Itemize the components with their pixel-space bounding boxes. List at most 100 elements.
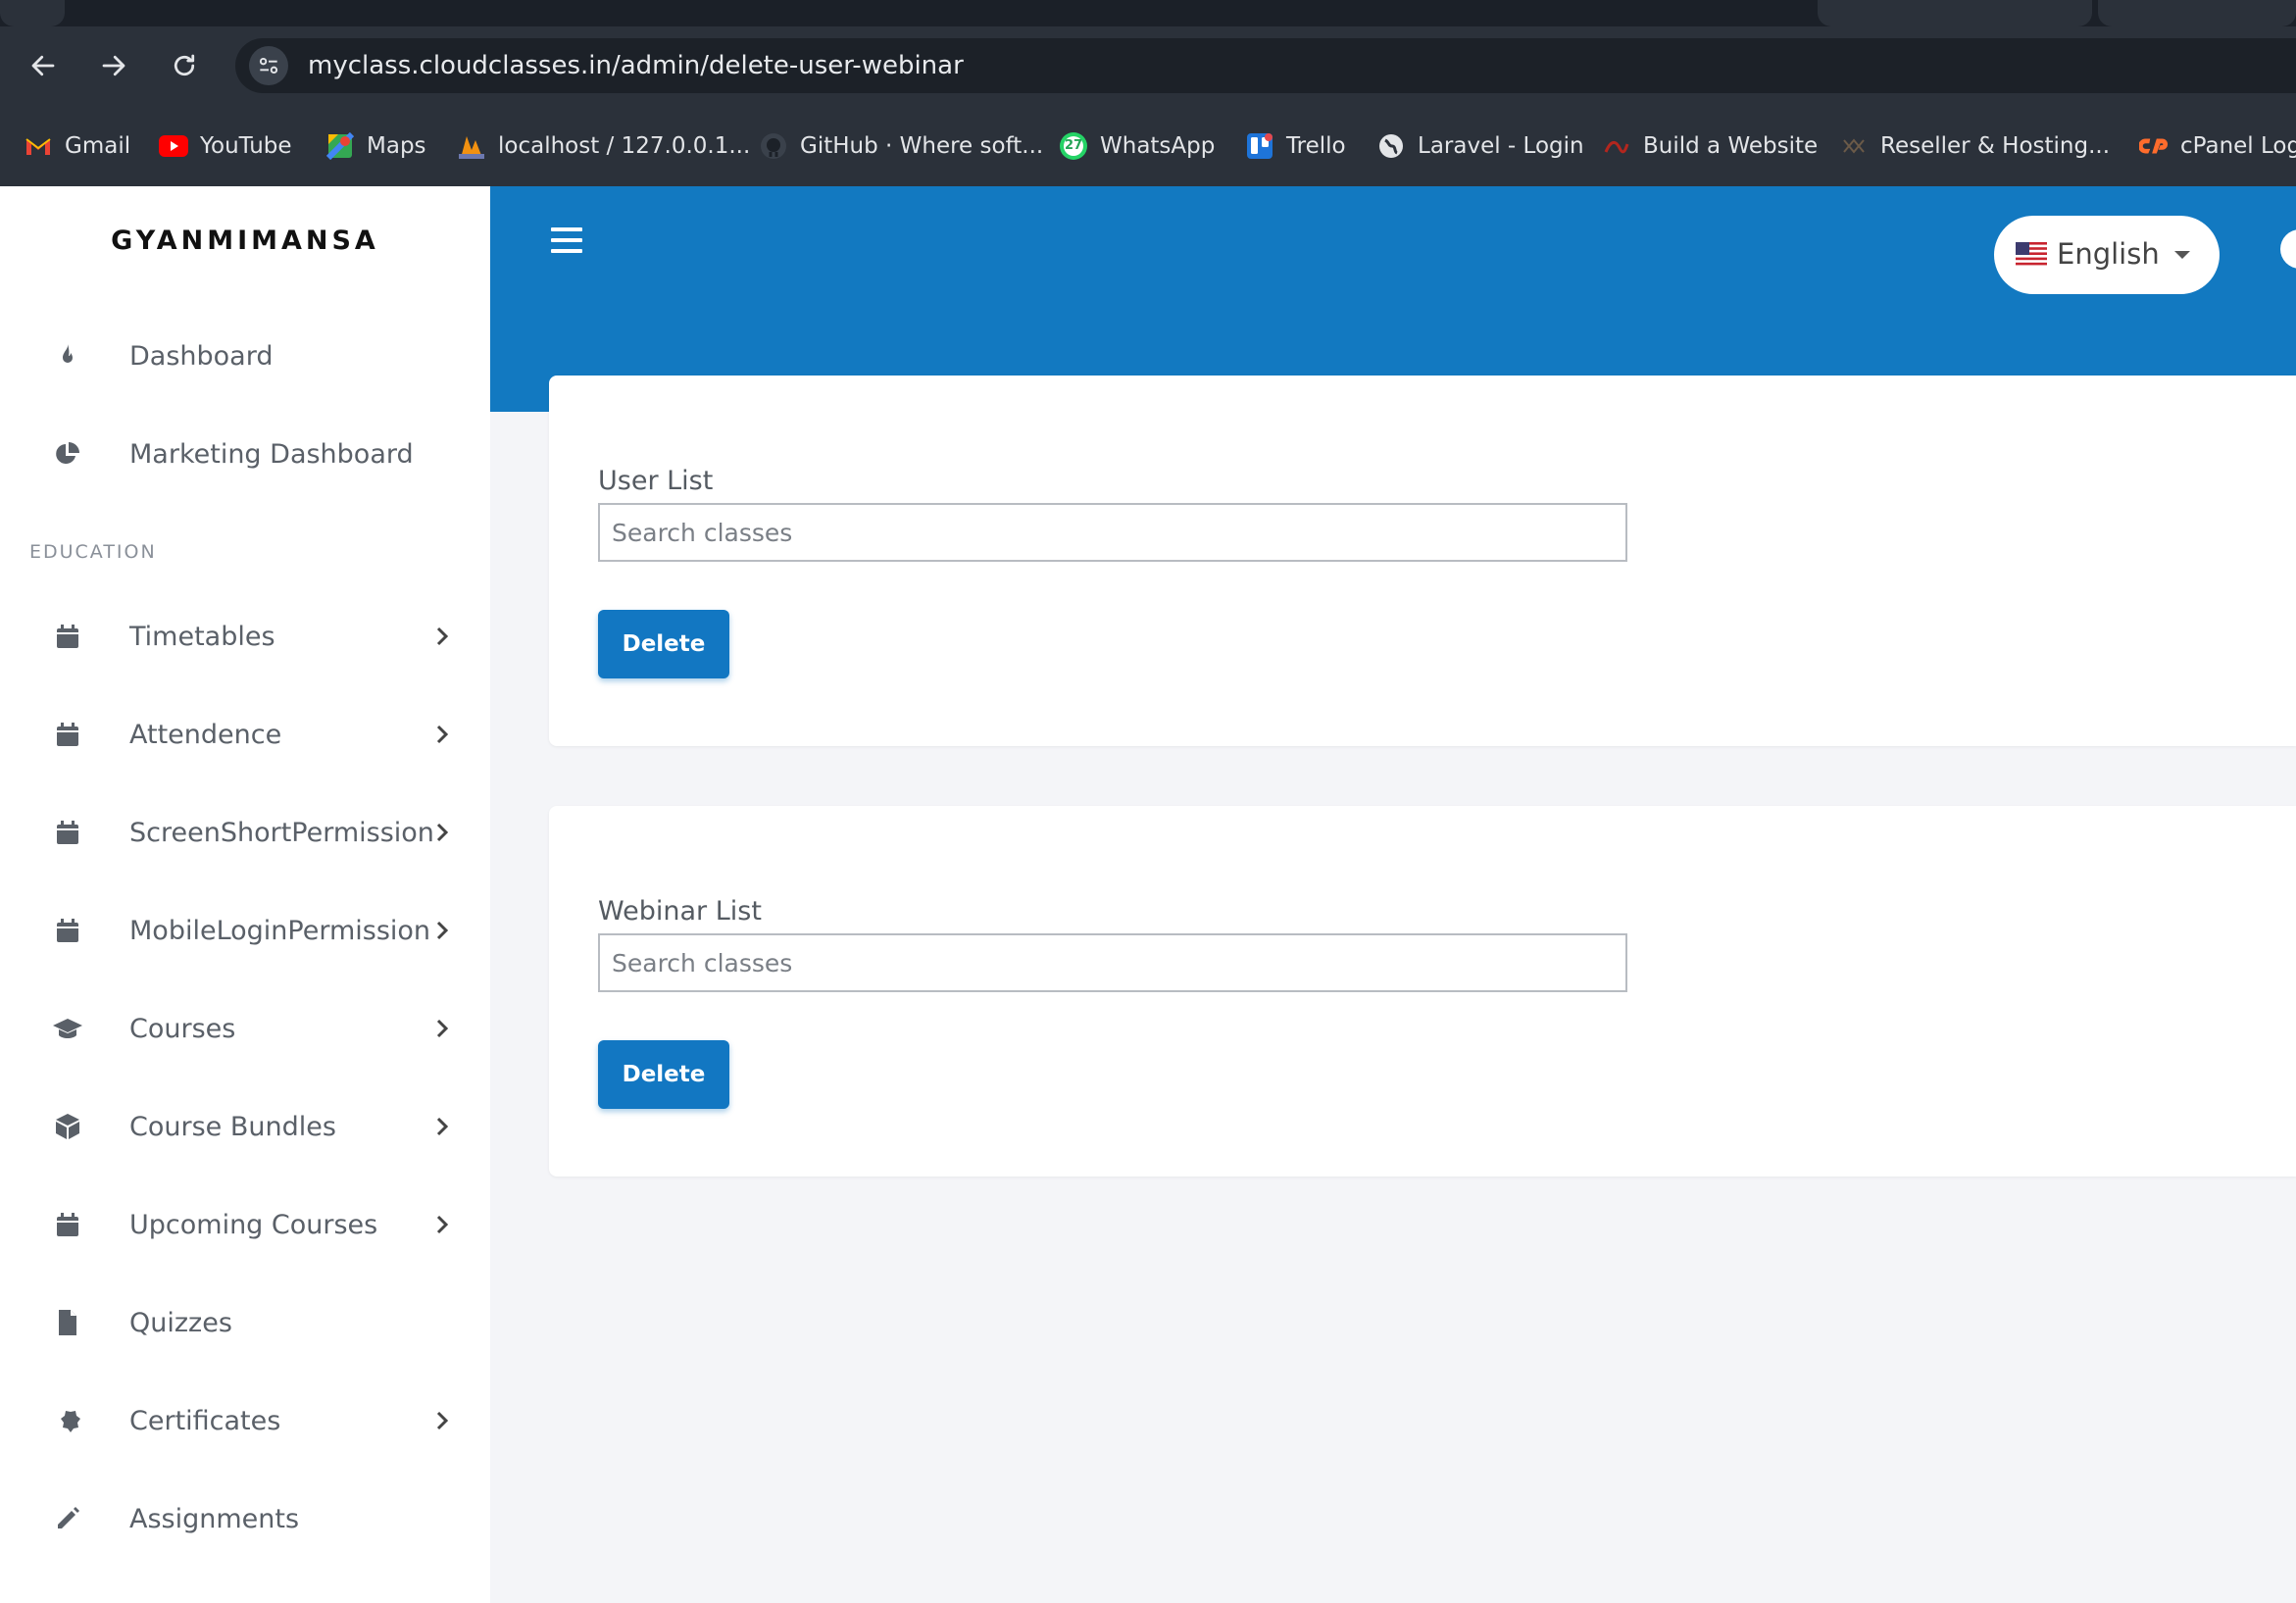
browser-tab[interactable] [2098,0,2296,26]
graduation-cap-icon [51,1012,84,1045]
bookmark-build-website[interactable]: Build a Website [1602,128,1818,164]
site-info-icon[interactable] [249,46,288,85]
chevron-right-icon [431,622,453,651]
sidebar-item-upcoming-courses[interactable]: Upcoming Courses [0,1190,490,1259]
bookmarks-bar: Gmail YouTube Maps localhost / 127.0.0.1… [0,105,2296,186]
bookmark-github[interactable]: GitHub · Where soft... [759,128,1043,164]
sidebar-item-label: Courses [129,1013,236,1044]
bookmark-label: YouTube [200,133,292,159]
url-text[interactable]: myclass.cloudclasses.in/admin/delete-use… [308,51,964,80]
bookmark-label: Maps [367,133,426,159]
file-icon [51,1306,84,1339]
address-bar[interactable]: myclass.cloudclasses.in/admin/delete-use… [235,38,2296,93]
sidebar-item-course-bundles[interactable]: Course Bundles [0,1092,490,1161]
bookmark-label: WhatsApp [1100,133,1216,159]
chevron-right-icon [431,720,453,749]
chevron-right-icon [431,1112,453,1141]
avatar[interactable] [2280,229,2296,269]
sidebar-item-timetables[interactable]: Timetables [0,602,490,671]
chevron-right-icon [431,916,453,945]
bookmark-laravel-login[interactable]: Laravel - Login [1376,128,1584,164]
hosting-icon [1839,131,1869,161]
browser-tab[interactable] [0,0,65,26]
bookmark-cpanel[interactable]: cPanel Log [2139,128,2296,164]
certificate-icon [51,1404,84,1437]
bookmark-label: Trello [1286,133,1346,159]
sidebar-item-label: ScreenShortPermission [129,817,434,848]
sidebar-item-label: Timetables [129,621,275,652]
bookmark-label: Gmail [65,133,131,159]
box-icon [51,1110,84,1143]
calendar-icon [51,718,84,751]
browser-tab-active[interactable] [1818,0,2092,26]
sidebar: GYANMIMANSA Dashboard Marketing Dashboar… [0,186,490,1603]
user-search-input[interactable] [598,503,1627,562]
bookmark-whatsapp[interactable]: 27 WhatsApp [1059,128,1215,164]
bookmark-label: cPanel Log [2180,133,2296,159]
bookmark-label: Build a Website [1643,133,1819,159]
language-dropdown[interactable]: English [1994,216,2220,294]
chevron-right-icon [431,818,453,847]
sidebar-item-label: Course Bundles [129,1111,336,1142]
sidebar-item-label: Upcoming Courses [129,1209,378,1240]
reload-icon [174,54,195,76]
bookmark-label: localhost / 127.0.0.1... [498,133,751,159]
back-button[interactable] [20,42,67,89]
calendar-icon [51,1208,84,1241]
pencil-icon [51,1502,84,1535]
sidebar-item-label: Attendence [129,719,282,750]
sidebar-item-label: MobileLoginPermission [129,915,431,946]
sidebar-item-label: Certificates [129,1405,281,1436]
sidebar-item-label: Marketing Dashboard [129,438,414,470]
caret-down-icon [2174,251,2190,259]
chevron-right-icon [431,1014,453,1043]
language-label: English [2057,237,2160,271]
sidebar-item-screenshort-permission[interactable]: ScreenShortPermission [0,798,490,867]
sidebar-item-label: Dashboard [129,340,274,372]
bookmark-maps[interactable]: Maps [325,128,426,164]
chevron-right-icon [431,1210,453,1239]
user-list-label: User List [598,466,714,496]
bookmark-label: Reseller & Hosting... [1880,133,2111,159]
sidebar-item-dashboard[interactable]: Dashboard [0,322,490,390]
bookmark-gmail[interactable]: Gmail [24,128,130,164]
sidebar-section-title: EDUCATION [29,541,157,563]
sidebar-item-label: Assignments [129,1503,300,1534]
sidebar-item-mobilelogin-permission[interactable]: MobileLoginPermission [0,896,490,965]
menu-toggle-button[interactable] [549,225,584,255]
delete-user-card: User List Delete [549,376,2296,746]
calendar-icon [51,620,84,653]
bookmark-reseller-hosting[interactable]: Reseller & Hosting... [1839,128,2110,164]
cpanel-icon [2139,131,2169,161]
bookmark-label: GitHub · Where soft... [800,133,1044,159]
sidebar-item-label: Quizzes [129,1307,232,1338]
sidebar-item-certificates[interactable]: Certificates [0,1386,490,1455]
forward-button[interactable] [90,42,137,89]
delete-user-button[interactable]: Delete [598,610,729,678]
delete-webinar-button[interactable]: Delete [598,1040,729,1109]
bookmark-trello[interactable]: Trello [1245,128,1346,164]
maps-icon [325,131,355,161]
bookmark-youtube[interactable]: YouTube [159,128,292,164]
reload-button[interactable] [161,42,208,89]
sidebar-item-attendence[interactable]: Attendence [0,700,490,769]
bookmark-localhost[interactable]: localhost / 127.0.0.1... [457,128,750,164]
hamburger-icon [551,227,582,253]
bookmark-label: Laravel - Login [1418,133,1584,159]
brand-logo[interactable]: GYANMIMANSA [0,225,490,256]
sidebar-item-assignments[interactable]: Assignments [0,1484,490,1553]
arrow-left-icon [31,55,55,76]
whatsapp-icon: 27 [1059,131,1088,161]
globe-icon [1376,131,1406,161]
whatsapp-badge: 27 [1065,138,1083,153]
webinar-search-input[interactable] [598,933,1627,992]
chevron-right-icon [431,1406,453,1435]
sidebar-item-marketing-dashboard[interactable]: Marketing Dashboard [0,420,490,488]
github-icon [759,131,788,161]
phpmyadmin-icon [457,131,486,161]
sidebar-item-courses[interactable]: Courses [0,994,490,1063]
webinar-list-label: Webinar List [598,896,762,927]
sidebar-item-quizzes[interactable]: Quizzes [0,1288,490,1357]
calendar-icon [51,914,84,947]
browser-tab-strip [0,0,2296,26]
